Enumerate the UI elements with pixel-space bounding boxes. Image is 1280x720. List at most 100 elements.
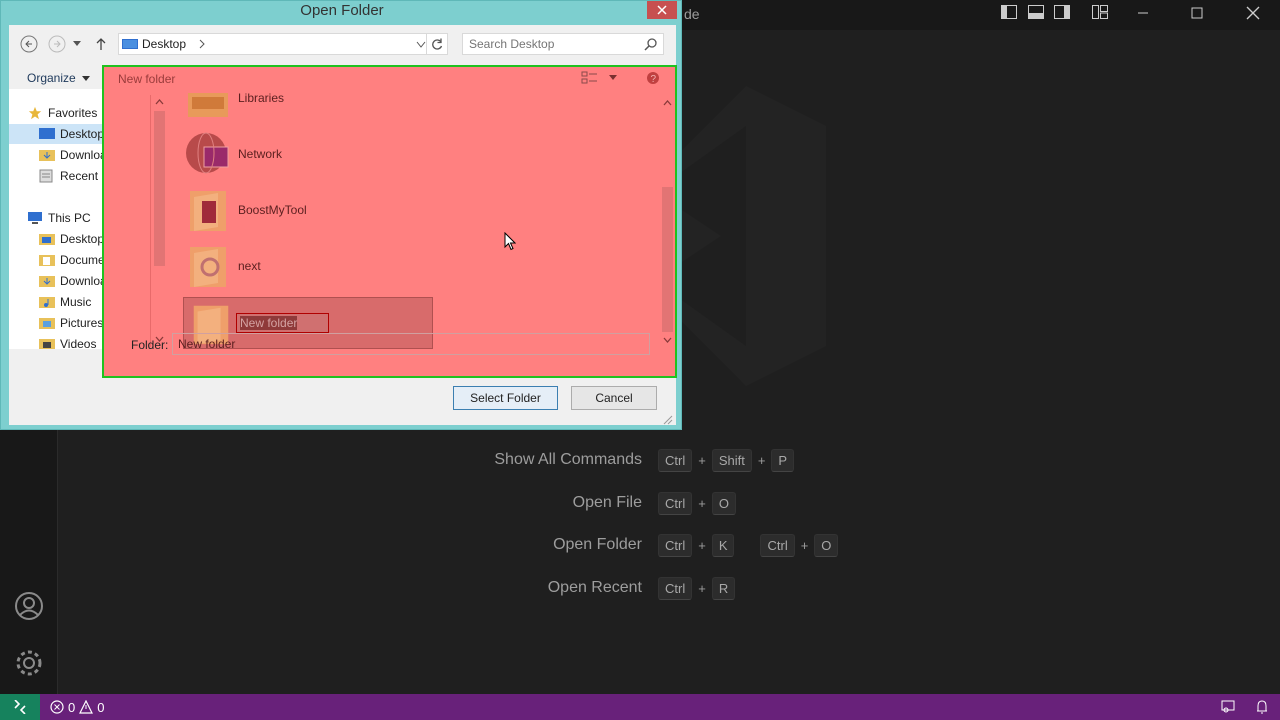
desktop-icon	[39, 128, 55, 139]
svg-text:?: ?	[651, 74, 657, 85]
accounts-icon[interactable]	[13, 590, 45, 622]
address-bar[interactable]: Desktop	[118, 33, 433, 55]
nav-pc-videos[interactable]: Videos	[39, 334, 96, 349]
file-list-left-scrollbar[interactable]	[150, 95, 167, 347]
back-button[interactable]	[18, 33, 40, 55]
shortcut-row[interactable]: Show All Commands Ctrl + Shift + P	[420, 447, 900, 473]
file-name: Libraries	[238, 91, 285, 105]
scroll-up-icon[interactable]	[663, 100, 672, 106]
rename-input[interactable]: New folder	[236, 313, 329, 333]
customize-layout-icon[interactable]	[1091, 3, 1109, 21]
nav-label: Favorites	[48, 106, 98, 120]
keycap: Ctrl	[658, 448, 693, 472]
file-item-boostmytool[interactable]: BoostMyTool	[184, 185, 307, 235]
shortcut-keys: Ctrl + Shift + P	[658, 448, 795, 472]
refresh-icon	[432, 38, 443, 50]
recent-places-icon	[39, 169, 53, 183]
vscode-watermark-logo	[676, 86, 826, 386]
live-share-feedback-icon[interactable]	[1220, 699, 1236, 715]
nav-pc-desktop[interactable]: Desktop	[39, 229, 104, 249]
maximize-icon	[1191, 7, 1203, 19]
nav-pc-music[interactable]: Music	[39, 292, 91, 312]
dialog-close-button[interactable]	[647, 1, 677, 19]
keycap: K	[711, 533, 735, 557]
keycap: O	[711, 491, 736, 515]
computer-icon	[28, 212, 42, 224]
plus-separator: +	[757, 452, 766, 468]
window-title: de	[684, 6, 700, 22]
folder-icon	[190, 247, 226, 287]
chevron-down-icon	[73, 41, 81, 46]
search-icon[interactable]	[644, 38, 657, 51]
toggle-secondary-sidebar-icon[interactable]	[1053, 3, 1071, 21]
status-bar: 0 0	[0, 694, 1280, 720]
breadcrumb-chevron-icon[interactable]	[198, 39, 206, 49]
shortcut-keys: Ctrl + K Ctrl + O	[658, 533, 839, 557]
folder-input[interactable]: New folder	[172, 333, 650, 355]
overlay-label: New folder	[118, 72, 176, 86]
shortcut-keys: Ctrl + O	[658, 491, 736, 515]
cancel-button[interactable]: Cancel	[571, 386, 657, 410]
file-list-right-scrollbar[interactable]	[660, 95, 675, 347]
scroll-up-icon[interactable]	[155, 99, 164, 105]
close-icon	[1246, 6, 1260, 20]
organize-menu-button[interactable]: Organize	[27, 71, 91, 85]
address-text: Desktop	[142, 37, 187, 51]
forward-button[interactable]	[46, 33, 68, 55]
file-item-libraries[interactable]: Libraries	[184, 73, 284, 123]
manage-gear-icon[interactable]	[13, 647, 45, 679]
up-button[interactable]	[92, 33, 110, 55]
nav-label: Desktop	[60, 127, 105, 141]
organize-label: Organize	[27, 71, 76, 85]
scroll-thumb[interactable]	[154, 111, 165, 266]
plus-separator: +	[698, 537, 706, 553]
plus-separator: +	[698, 495, 706, 511]
minimize-button[interactable]	[1120, 0, 1166, 26]
toggle-panel-icon[interactable]	[1027, 3, 1045, 21]
keycap: P	[771, 448, 795, 472]
nav-pc-pictures[interactable]: Pictures	[39, 313, 103, 333]
dialog-title: Open Folder	[300, 2, 384, 19]
nav-this-pc[interactable]: This PC	[27, 208, 91, 228]
warning-icon	[79, 700, 94, 714]
notifications-bell-icon[interactable]	[1254, 699, 1270, 715]
shortcut-row[interactable]: Open Folder Ctrl + K Ctrl + O	[420, 532, 900, 558]
file-item-next[interactable]: next	[184, 241, 261, 291]
file-list-pane: New folder ? Libraries Network BoostMyTo…	[102, 65, 677, 378]
rename-text: New folder	[240, 316, 298, 330]
plus-separator: +	[698, 452, 706, 468]
nav-favorites[interactable]: Favorites	[27, 103, 97, 123]
close-window-button[interactable]	[1230, 0, 1276, 26]
nav-label: Music	[60, 295, 92, 309]
toggle-primary-sidebar-icon[interactable]	[1000, 3, 1018, 21]
search-input[interactable]	[469, 34, 639, 54]
resize-grip-icon[interactable]	[661, 413, 673, 425]
help-icon[interactable]: ?	[646, 71, 660, 85]
star-icon	[28, 106, 42, 120]
file-item-network[interactable]: Network	[184, 129, 282, 179]
remote-indicator-button[interactable]	[0, 694, 40, 720]
view-options-chevron-down-icon[interactable]	[609, 75, 617, 81]
recent-locations-button[interactable]	[70, 33, 84, 55]
refresh-button[interactable]	[426, 33, 448, 55]
up-arrow-icon	[96, 38, 106, 50]
problems-indicator[interactable]: 0 0	[50, 700, 104, 715]
scroll-down-icon[interactable]	[663, 337, 672, 343]
back-arrow-icon	[20, 35, 38, 53]
select-folder-button[interactable]: Select Folder	[453, 386, 558, 410]
desktop-folder-icon	[39, 234, 55, 245]
forward-arrow-icon	[48, 35, 66, 53]
remote-icon	[14, 700, 26, 714]
file-name: Network	[238, 147, 283, 161]
search-box[interactable]	[462, 33, 664, 55]
shortcut-row[interactable]: Open File Ctrl + O	[420, 490, 900, 516]
scroll-thumb[interactable]	[662, 187, 673, 332]
open-folder-dialog: Open Folder Desktop Organize Favorites	[0, 0, 682, 430]
address-dropdown-icon[interactable]	[416, 41, 426, 49]
chevron-down-icon	[82, 76, 91, 81]
documents-folder-icon	[39, 255, 55, 266]
change-view-icon[interactable]	[581, 71, 599, 85]
shortcut-row[interactable]: Open Recent Ctrl + R	[420, 575, 900, 601]
libraries-icon	[188, 93, 228, 117]
maximize-button[interactable]	[1174, 0, 1220, 26]
